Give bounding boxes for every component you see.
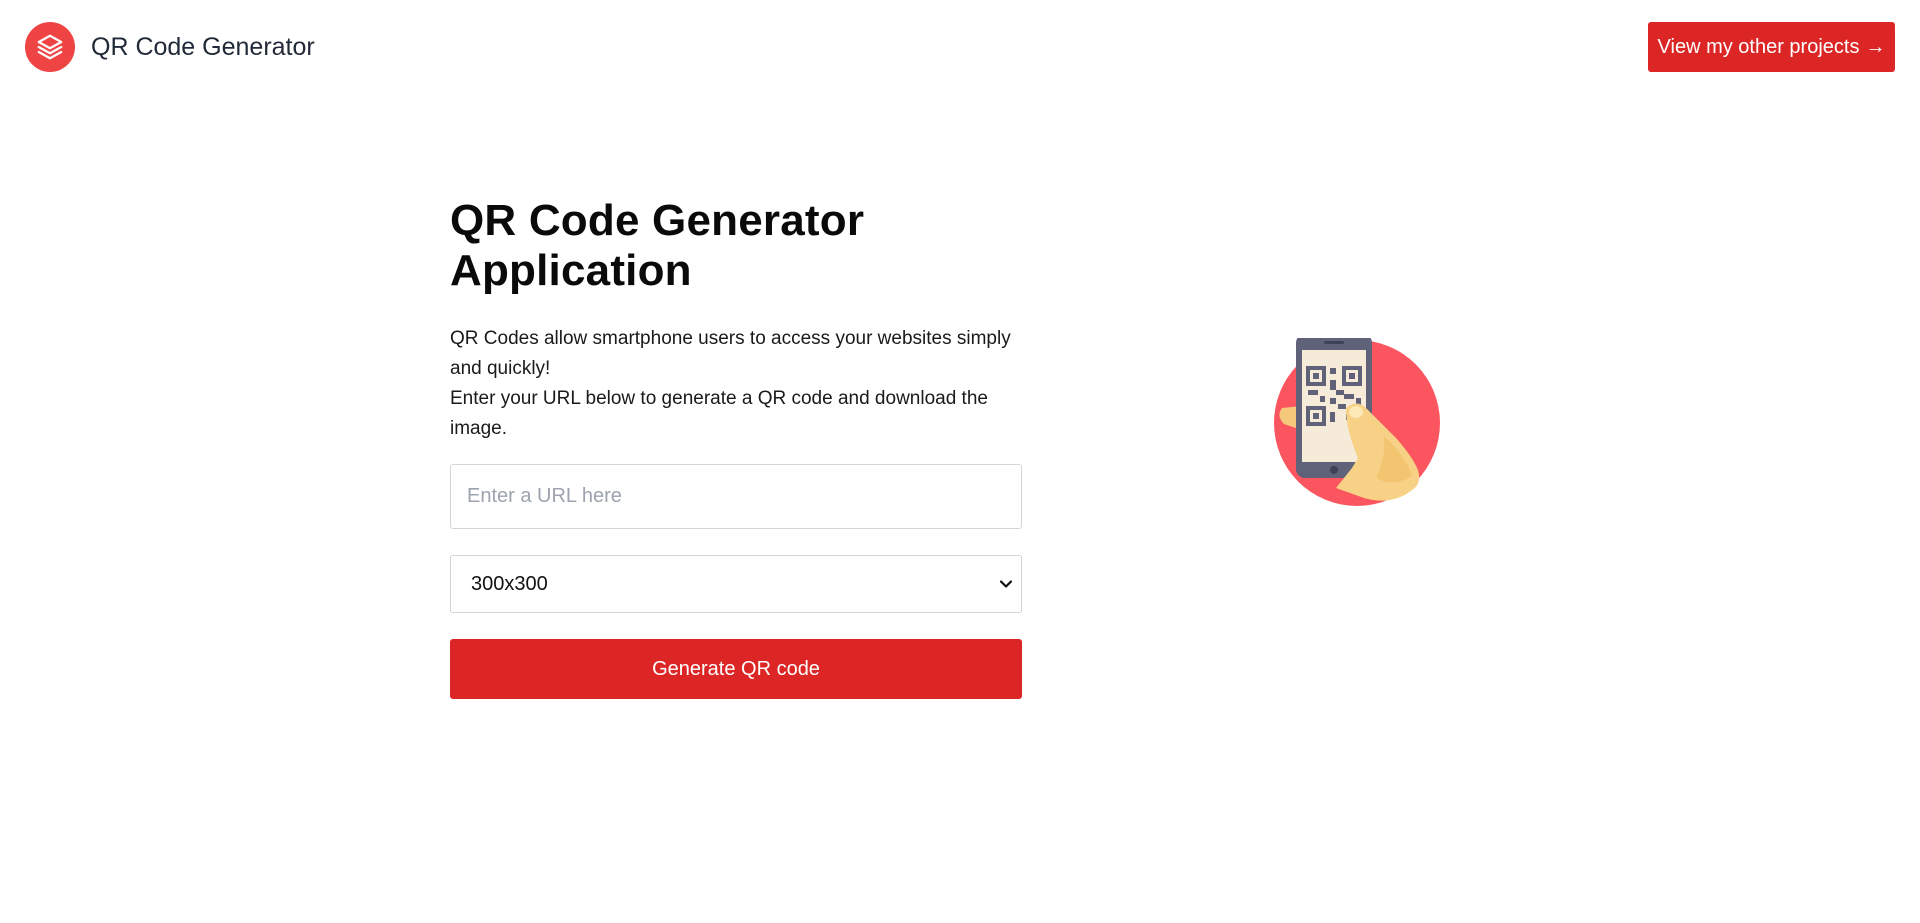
phone-scanning-qr-icon xyxy=(1272,334,1442,508)
arrow-right-icon: → xyxy=(1865,35,1886,58)
view-projects-label: View my other projects xyxy=(1657,35,1860,58)
size-select[interactable]: 300x300 xyxy=(450,555,1022,613)
generate-qr-button[interactable]: Generate QR code xyxy=(450,639,1022,699)
brand-title: QR Code Generator xyxy=(91,32,315,61)
intro-text: QR Codes allow smartphone users to acces… xyxy=(450,324,1022,444)
page-title: QR Code Generator Application xyxy=(450,196,1022,296)
generator-form: QR Code Generator Application QR Codes a… xyxy=(450,196,1022,699)
page-title-line-2: Application xyxy=(450,246,692,295)
url-input[interactable] xyxy=(450,464,1022,529)
site-header: QR Code Generator View my other projects… xyxy=(0,0,1920,96)
view-projects-button[interactable]: View my other projects → xyxy=(1648,22,1895,72)
intro-line-1: QR Codes allow smartphone users to acces… xyxy=(450,328,1011,379)
brand[interactable]: QR Code Generator xyxy=(25,22,315,72)
intro-line-2: Enter your URL below to generate a QR co… xyxy=(450,388,988,439)
size-select-wrapper: 300x300 xyxy=(450,555,1022,613)
layers-icon xyxy=(25,22,75,72)
page-title-line-1: QR Code Generator xyxy=(450,196,865,245)
